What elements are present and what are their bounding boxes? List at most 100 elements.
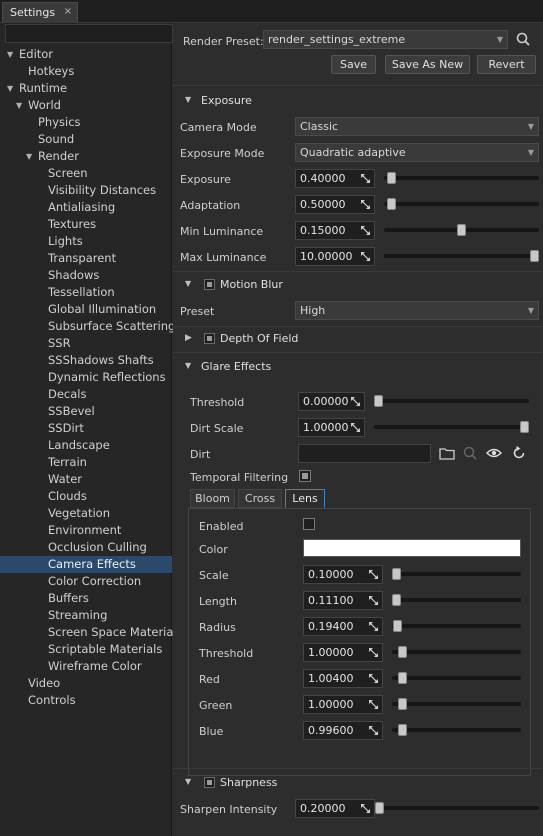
collapse-arrow-icon[interactable]: ▼ (185, 279, 191, 288)
drag-arrows-icon[interactable] (360, 225, 371, 236)
tree-item-ssr[interactable]: SSR (0, 335, 172, 352)
lens-red-slider-handle[interactable] (398, 672, 407, 684)
exposure-slider-handle[interactable] (387, 172, 396, 184)
tree-item-clouds[interactable]: Clouds (0, 488, 172, 505)
tree-item-tessellation[interactable]: Tessellation (0, 284, 172, 301)
tree-item-screen[interactable]: Screen (0, 165, 172, 182)
tree-item-ssshadows-shafts[interactable]: SSShadows Shafts (0, 352, 172, 369)
tree-item-streaming[interactable]: Streaming (0, 607, 172, 624)
save-button[interactable]: Save (331, 55, 376, 74)
collapse-arrow-icon[interactable]: ▼ (16, 97, 22, 114)
motion-blur-section-header[interactable]: ▼ Motion Blur (173, 274, 543, 296)
lens-enabled-checkbox[interactable] (303, 518, 315, 530)
tree-item-ssdirt[interactable]: SSDirt (0, 420, 172, 437)
lens-scale-slider-handle[interactable] (392, 568, 401, 580)
glare-threshold-slider-handle[interactable] (374, 395, 383, 407)
glare-effects-section-header[interactable]: ▼ Glare Effects (173, 356, 543, 378)
drag-arrows-icon[interactable] (368, 673, 379, 684)
sharpen-intensity-slider[interactable] (375, 806, 539, 810)
lens-scale-slider[interactable] (392, 572, 521, 576)
adaptation-field[interactable]: 0.50000 (295, 195, 375, 214)
drag-arrows-icon[interactable] (350, 422, 361, 433)
tree-item-color-correction[interactable]: Color Correction (0, 573, 172, 590)
collapse-arrow-icon[interactable]: ▼ (185, 777, 191, 786)
revert-button[interactable]: Revert (477, 55, 536, 74)
dirt-scale-slider[interactable] (374, 425, 529, 429)
tab-cross[interactable]: Cross (238, 489, 282, 508)
lens-radius-field[interactable]: 0.19400 (303, 617, 383, 636)
tree-item-environment[interactable]: Environment (0, 522, 172, 539)
tree-item-buffers[interactable]: Buffers (0, 590, 172, 607)
reset-icon[interactable] (511, 445, 527, 461)
collapse-arrow-icon[interactable]: ▼ (185, 361, 191, 370)
tree-item-runtime[interactable]: ▼ Runtime (0, 80, 172, 97)
lens-red-field[interactable]: 1.00400 (303, 669, 383, 688)
tree-item-subsurface-scattering[interactable]: Subsurface Scattering (0, 318, 175, 335)
lens-threshold-slider-handle[interactable] (398, 646, 407, 658)
drag-arrows-icon[interactable] (368, 621, 379, 632)
drag-arrows-icon[interactable] (368, 725, 379, 736)
close-icon[interactable]: × (64, 6, 72, 17)
lens-radius-slider[interactable] (392, 624, 521, 628)
tree-item-lights[interactable]: Lights (0, 233, 172, 250)
min-luminance-field[interactable]: 0.15000 (295, 221, 375, 240)
tree-item-ssbevel[interactable]: SSBevel (0, 403, 172, 420)
drag-arrows-icon[interactable] (368, 699, 379, 710)
drag-arrows-icon[interactable] (360, 251, 371, 262)
sharpness-checkbox[interactable] (204, 777, 215, 788)
lens-length-field[interactable]: 0.11100 (303, 591, 383, 610)
lens-green-slider-handle[interactable] (398, 698, 407, 710)
tree-item-render[interactable]: ▼ Render (0, 148, 172, 165)
tree-item-decals[interactable]: Decals (0, 386, 172, 403)
search-icon[interactable] (462, 445, 478, 461)
tree-item-controls[interactable]: Controls (0, 692, 172, 709)
tab-bloom[interactable]: Bloom (190, 489, 235, 508)
tree-item-screen-space-materials[interactable]: Screen Space Materials (0, 624, 183, 641)
exposure-field[interactable]: 0.40000 (295, 169, 375, 188)
lens-blue-slider[interactable] (392, 728, 521, 732)
exposure-mode-dropdown[interactable]: Quadratic adaptive ▼ (295, 143, 539, 162)
sharpen-intensity-field[interactable]: 0.20000 (295, 799, 375, 818)
tree-item-editor[interactable]: ▼ Editor (0, 46, 172, 63)
save-as-new-button[interactable]: Save As New (385, 55, 470, 74)
motion-blur-checkbox[interactable] (204, 279, 215, 290)
lens-green-field[interactable]: 1.00000 (303, 695, 383, 714)
tree-item-physics[interactable]: Physics (0, 114, 172, 131)
tree-item-global-illumination[interactable]: Global Illumination (0, 301, 172, 318)
folder-icon[interactable] (439, 445, 455, 461)
tree-item-video[interactable]: Video (0, 675, 172, 692)
sharpness-section-header[interactable]: ▼ Sharpness (173, 772, 543, 794)
expand-arrow-icon[interactable]: ▶ (185, 333, 192, 343)
lens-scale-field[interactable]: 0.10000 (303, 565, 383, 584)
search-icon[interactable] (515, 31, 531, 47)
max-luminance-field[interactable]: 10.00000 (295, 247, 375, 266)
glare-threshold-slider[interactable] (374, 399, 529, 403)
lens-red-slider[interactable] (392, 676, 521, 680)
render-preset-dropdown[interactable]: render_settings_extreme ▼ (263, 30, 508, 49)
depth-of-field-checkbox[interactable] (204, 333, 215, 344)
eye-icon[interactable] (486, 445, 502, 461)
camera-mode-dropdown[interactable]: Classic ▼ (295, 117, 539, 136)
lens-threshold-slider[interactable] (392, 650, 521, 654)
tree-item-water[interactable]: Water (0, 471, 172, 488)
sharpen-intensity-slider-handle[interactable] (375, 802, 384, 814)
dirt-texture-field[interactable] (298, 444, 431, 463)
max-luminance-slider-handle[interactable] (530, 250, 539, 262)
lens-color-swatch[interactable] (303, 539, 521, 557)
tree-item-sound[interactable]: Sound (0, 131, 172, 148)
tree-item-transparent[interactable]: Transparent (0, 250, 172, 267)
tree-item-textures[interactable]: Textures (0, 216, 172, 233)
min-luminance-slider-handle[interactable] (457, 224, 466, 236)
exposure-slider[interactable] (384, 176, 539, 180)
collapse-arrow-icon[interactable]: ▼ (7, 46, 13, 63)
tree-item-wireframe-color[interactable]: Wireframe Color (0, 658, 172, 675)
tree-item-hotkeys[interactable]: Hotkeys (0, 63, 172, 80)
motion-blur-preset-dropdown[interactable]: High ▼ (295, 301, 539, 320)
tree-item-scriptable-materials[interactable]: Scriptable Materials (0, 641, 172, 658)
temporal-filtering-checkbox[interactable] (299, 470, 311, 482)
tree-item-camera-effects[interactable]: Camera Effects (0, 556, 172, 573)
adaptation-slider-handle[interactable] (387, 198, 396, 210)
max-luminance-slider[interactable] (384, 254, 539, 258)
tree-item-world[interactable]: ▼ World (0, 97, 172, 114)
collapse-arrow-icon[interactable]: ▼ (26, 148, 32, 165)
